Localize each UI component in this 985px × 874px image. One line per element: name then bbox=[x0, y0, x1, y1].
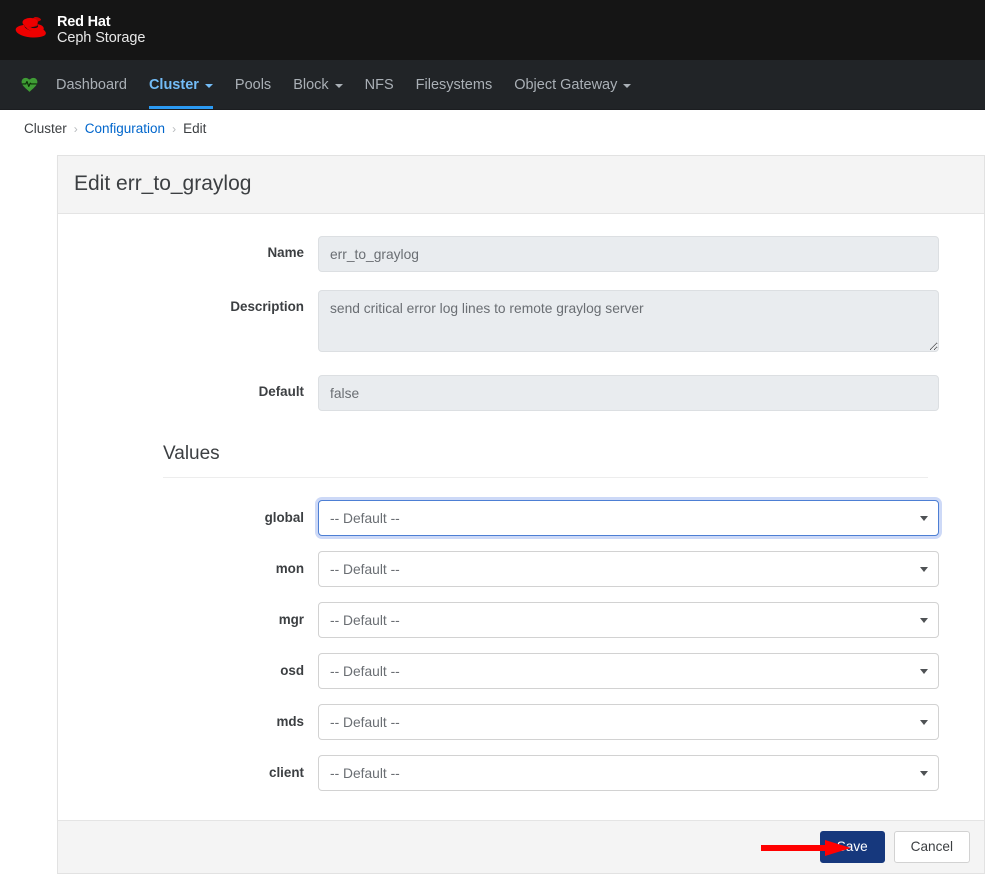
label-default: Default bbox=[258, 384, 304, 399]
label-description: Description bbox=[230, 299, 304, 314]
card-title: Edit err_to_graylog bbox=[58, 156, 984, 214]
brand-bar: Red Hat Ceph Storage bbox=[0, 0, 985, 60]
mgr-select[interactable]: -- Default -- bbox=[318, 602, 939, 638]
main-navigation: Dashboard Cluster Pools Block NFS Filesy… bbox=[0, 60, 985, 110]
breadcrumb-item-cluster: Cluster bbox=[24, 121, 67, 136]
edit-config-card: Edit err_to_graylog Name Description sen… bbox=[57, 155, 985, 820]
nav-label: Cluster bbox=[148, 76, 199, 93]
form-row-mon: mon -- Default -- bbox=[68, 551, 956, 587]
nav-item-cluster[interactable]: Cluster bbox=[138, 60, 224, 109]
label-mgr: mgr bbox=[278, 612, 304, 627]
label-global: global bbox=[264, 510, 304, 525]
nav-label: Block bbox=[293, 76, 329, 93]
form-row-description: Description send critical error log line… bbox=[68, 290, 956, 357]
label-mds: mds bbox=[276, 714, 304, 729]
form-row-default: Default bbox=[68, 375, 956, 411]
breadcrumb-separator: › bbox=[73, 121, 78, 136]
breadcrumb: Cluster › Configuration › Edit bbox=[0, 110, 985, 147]
chevron-down-icon bbox=[623, 83, 632, 88]
red-hat-fedora-icon bbox=[14, 17, 48, 43]
values-section-heading: Values bbox=[163, 443, 220, 464]
card-footer: Save Cancel bbox=[57, 820, 985, 874]
form-row-client: client -- Default -- bbox=[68, 755, 956, 791]
form-row-osd: osd -- Default -- bbox=[68, 653, 956, 689]
mds-select[interactable]: -- Default -- bbox=[318, 704, 939, 740]
edit-config-form: Name Description send critical error log… bbox=[58, 214, 984, 820]
nav-item-block[interactable]: Block bbox=[282, 60, 353, 109]
form-row-name: Name bbox=[68, 236, 956, 272]
form-row-global: global -- Default -- bbox=[68, 500, 956, 536]
nav-item-filesystems[interactable]: Filesystems bbox=[405, 60, 504, 109]
form-row-mds: mds -- Default -- bbox=[68, 704, 956, 740]
form-row-mgr: mgr -- Default -- bbox=[68, 602, 956, 638]
nav-label: Dashboard bbox=[56, 76, 127, 93]
nav-item-nfs[interactable]: NFS bbox=[354, 60, 405, 109]
global-select[interactable]: -- Default -- bbox=[318, 500, 939, 536]
cluster-health-indicator[interactable] bbox=[12, 60, 45, 109]
nav-label: NFS bbox=[364, 76, 394, 93]
label-osd: osd bbox=[280, 663, 304, 678]
breadcrumb-separator: › bbox=[172, 121, 177, 136]
description-textarea[interactable]: send critical error log lines to remote … bbox=[318, 290, 939, 352]
nav-label: Filesystems bbox=[415, 76, 493, 93]
brand-line-2: Ceph Storage bbox=[57, 30, 146, 46]
breadcrumb-item-edit: Edit bbox=[183, 121, 207, 136]
label-name: Name bbox=[267, 245, 304, 260]
breadcrumb-item-configuration[interactable]: Configuration bbox=[85, 121, 165, 136]
cancel-button[interactable]: Cancel bbox=[893, 830, 970, 864]
name-input[interactable] bbox=[318, 236, 939, 272]
label-client: client bbox=[269, 765, 304, 780]
values-divider bbox=[163, 477, 928, 478]
nav-label: Pools bbox=[234, 76, 272, 93]
default-input[interactable] bbox=[318, 375, 939, 411]
chevron-down-icon bbox=[334, 83, 343, 88]
heart-pulse-icon bbox=[20, 75, 39, 94]
nav-item-dashboard[interactable]: Dashboard bbox=[45, 60, 138, 109]
nav-label: Object Gateway bbox=[514, 76, 618, 93]
nav-item-pools[interactable]: Pools bbox=[224, 60, 282, 109]
content-area: Edit err_to_graylog Name Description sen… bbox=[0, 147, 985, 874]
osd-select[interactable]: -- Default -- bbox=[318, 653, 939, 689]
client-select[interactable]: -- Default -- bbox=[318, 755, 939, 791]
mon-select[interactable]: -- Default -- bbox=[318, 551, 939, 587]
nav-item-object-gateway[interactable]: Object Gateway bbox=[503, 60, 642, 109]
red-hat-logo[interactable]: Red Hat Ceph Storage bbox=[14, 14, 145, 46]
save-button[interactable]: Save bbox=[819, 830, 885, 864]
chevron-down-icon bbox=[204, 83, 213, 88]
brand-line-1: Red Hat bbox=[57, 13, 111, 30]
label-mon: mon bbox=[275, 561, 304, 576]
